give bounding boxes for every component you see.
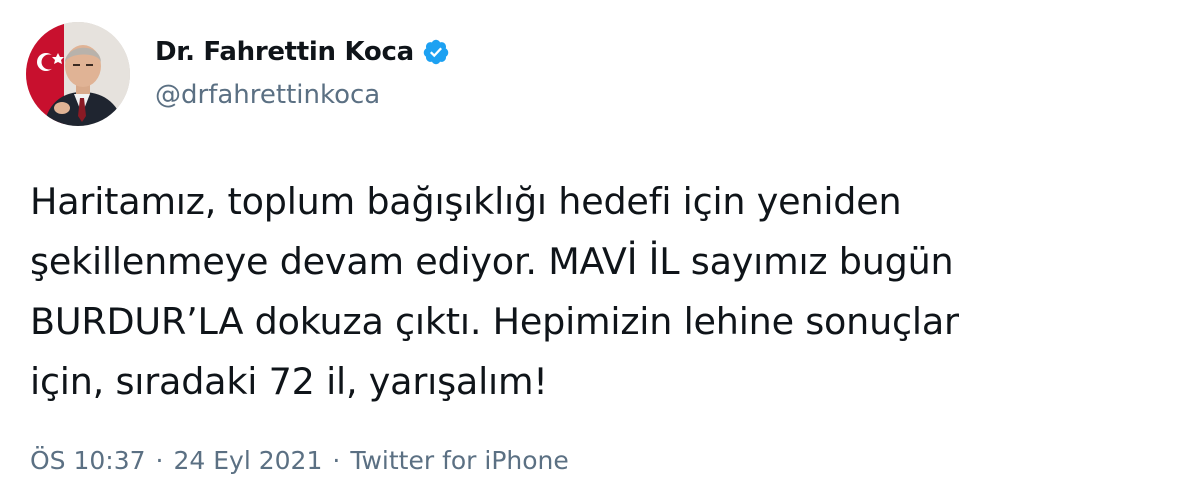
author-display-name[interactable]: Dr. Fahrettin Koca xyxy=(155,37,414,67)
meta-separator: · xyxy=(332,446,341,475)
tweet-time[interactable]: ÖS 10:37 xyxy=(30,446,146,475)
avatar[interactable] xyxy=(26,22,130,126)
tweet-metadata: ÖS 10:37 · 24 Eyl 2021 · Twitter for iPh… xyxy=(30,446,569,475)
profile-photo-icon xyxy=(26,22,130,126)
author-name-row: Dr. Fahrettin Koca xyxy=(155,32,450,72)
tweet-source[interactable]: Twitter for iPhone xyxy=(350,446,568,475)
tweet-card: Dr. Fahrettin Koca @drfahrettinkoca Hari… xyxy=(0,0,1200,498)
tweet-date[interactable]: 24 Eyl 2021 xyxy=(174,446,323,475)
verified-badge-icon xyxy=(422,38,450,66)
tweet-text: Haritamız, toplum bağışıklığı hedefi içi… xyxy=(30,180,959,403)
meta-separator: · xyxy=(155,446,164,475)
author-handle[interactable]: @drfahrettinkoca xyxy=(155,80,380,110)
